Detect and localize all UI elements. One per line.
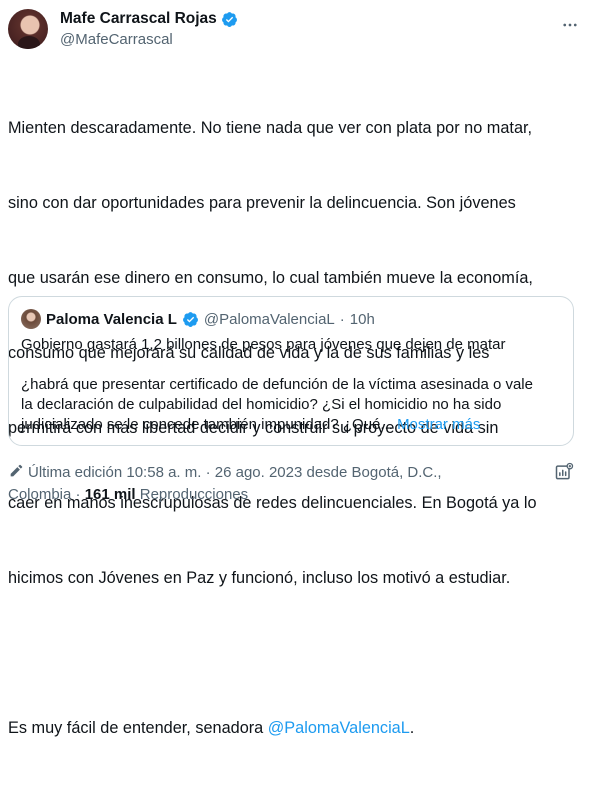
quoted-separator: · [339,310,345,328]
quoted-author-name: Paloma Valencia L [46,310,177,328]
edited-info-line[interactable]: Última edición 10:58 a. m. · 26 ago. 202… [8,462,548,484]
more-options-glyph [563,23,577,27]
quoted-line-text: judicializado se le concede también impu… [21,416,393,433]
views-label: Reproducciones [135,486,249,503]
quoted-tweet-header: Paloma Valencia L @PalomaValenciaL · 10h [21,309,375,329]
views-count: 161 mil [84,486,136,503]
tweet-meta: Última edición 10:58 a. m. · 26 ago. 202… [8,462,548,506]
tweet-line: hicimos con Jóvenes en Paz y funcionó, i… [8,569,511,587]
tweet-line: que usarán ese dinero en consumo, lo cua… [8,269,533,287]
quoted-line: la declaración de culpabilidad del homic… [21,396,502,413]
author-handle[interactable]: @MafeCarrascal [60,31,173,48]
edited-info-text: Última edición 10:58 a. m. · 26 ago. 202… [28,464,442,481]
show-more-link[interactable]: Mostrar más [397,416,480,433]
author-avatar[interactable] [8,9,48,49]
quoted-last-line: judicializado se le concede también impu… [21,415,561,435]
tweet-blank-line: ​ [8,641,586,666]
quoted-line: ¿habrá que presentar certificado de defu… [21,376,533,393]
more-options-icon[interactable] [560,15,580,35]
quoted-blank-line [21,355,561,375]
author-display-name[interactable]: Mafe Carrascal Rojas [60,10,217,28]
quoted-tweet[interactable]: Paloma Valencia L @PalomaValenciaL · 10h… [8,296,574,446]
verified-badge-icon [182,311,198,327]
edit-pencil-icon [10,464,23,477]
quoted-line: Gobierno gastará 1,2 billones de pesos p… [21,336,506,353]
quoted-time: 10h [349,310,375,328]
quoted-tweet-text: Gobierno gastará 1,2 billones de pesos p… [21,335,561,435]
mention-link[interactable]: @PalomaValenciaL [268,719,410,737]
closing-text: Es muy fácil de entender, senadora [8,719,268,737]
quoted-author-handle: @PalomaValenciaL [203,310,335,328]
closing-suffix: . [409,719,415,737]
analytics-icon[interactable] [554,462,574,482]
tweet-header: Mafe Carrascal Rojas @MafeCarrascal [8,9,586,53]
views-line: Colombia · 161 mil Reproducciones [8,484,548,506]
verified-badge-icon [221,11,237,27]
tweet-closing-line: Es muy fácil de entender, senadora @Palo… [8,716,586,741]
tweet-line: Mienten descaradamente. No tiene nada qu… [8,119,533,137]
quoted-author-avatar [21,309,41,329]
tweet-line: sino con dar oportunidades para prevenir… [8,194,516,212]
location-tail: Colombia · [8,486,85,503]
author-name-row: Mafe Carrascal Rojas [60,10,238,28]
tweet-card: Mafe Carrascal Rojas @MafeCarrascal Mien… [0,0,594,737]
